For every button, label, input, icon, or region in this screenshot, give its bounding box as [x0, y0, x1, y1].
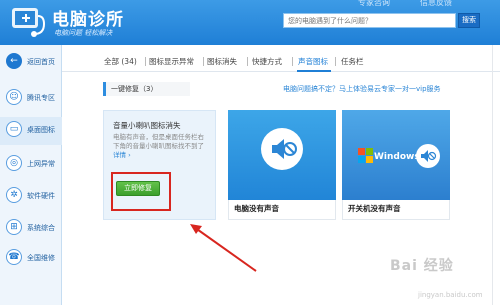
highlight-annotation-box — [111, 172, 171, 211]
muted-speaker-icon — [416, 144, 440, 168]
sidebar-item-label: 腾讯专区 — [27, 94, 55, 102]
card-title: 音量小喇叭图标消失 — [113, 121, 181, 130]
baidu-watermark: Bai 经验 — [390, 258, 454, 274]
app-header: 电脑诊所 电脑问题 轻松解决 专家咨询 信息反馈 搜索 — [0, 0, 500, 45]
tab-divider — [335, 57, 336, 66]
tab-icon-missing[interactable]: 图标消失 — [207, 56, 237, 67]
stethoscope-monitor-icon — [12, 8, 46, 37]
tab-divider — [203, 57, 204, 66]
tab-sound-icon[interactable]: 声音图标 — [298, 56, 328, 67]
sidebar-item-label: 桌面图标 — [27, 126, 55, 134]
user-icon: ☺ — [6, 89, 22, 105]
sidebar-item-label: 全国维修 — [27, 254, 55, 262]
expert-consult-link[interactable]: 专家咨询 — [358, 0, 390, 8]
search-box[interactable] — [283, 13, 456, 28]
app-slogan: 电脑问题 轻松解决 — [54, 29, 113, 37]
sidebar-item-label: 返回首页 — [27, 58, 55, 66]
sidebar-item-tencent[interactable]: ☺ 腾讯专区 — [0, 85, 62, 113]
scrollbar-track — [492, 45, 493, 305]
issue-card-startup-sound[interactable]: Windows — [342, 110, 450, 200]
tab-divider — [292, 57, 293, 66]
muted-speaker-icon — [261, 128, 303, 170]
vip-promo-link[interactable]: 电脑问题搞不定？马上体验易云专家一对一vip服务 — [283, 84, 441, 94]
globe-icon: ◎ — [6, 155, 22, 171]
sidebar: ← 返回首页 ☺ 腾讯专区 ▭ 桌面图标 ◎ 上网异常 ✲ 软件硬件 ⊞ 系统综… — [0, 45, 62, 305]
tab-divider — [145, 57, 146, 66]
sidebar-item-network[interactable]: ◎ 上网异常 — [0, 151, 62, 179]
sidebar-item-home[interactable]: ← 返回首页 — [0, 49, 62, 77]
tab-divider — [247, 57, 248, 66]
sidebar-item-system[interactable]: ⊞ 系统综合 — [0, 215, 62, 243]
tab-taskbar[interactable]: 任务栏 — [341, 56, 364, 67]
search-input[interactable] — [284, 14, 455, 27]
monitor-icon: ▭ — [6, 121, 22, 137]
back-arrow-icon: ← — [6, 53, 22, 69]
app-title: 电脑诊所 — [52, 10, 124, 30]
detail-link[interactable]: 详情 › — [113, 151, 131, 159]
sidebar-item-repair[interactable]: ☎ 全国维修 — [0, 245, 62, 273]
feedback-link[interactable]: 信息反馈 — [420, 0, 452, 8]
phone-icon: ☎ — [6, 249, 22, 265]
card-description: 电脑有声音，但是桌面任务栏右下角的音量小喇叭图标找不到了 详情 › — [113, 133, 209, 160]
windows-wordmark: Windows — [374, 152, 420, 162]
sidebar-item-label: 系统综合 — [27, 224, 55, 232]
windows-icon: ⊞ — [6, 219, 22, 235]
card-desc-text: 电脑有声音，但是桌面任务栏右下角的音量小喇叭图标找不到了 — [113, 133, 204, 150]
issue-card-no-sound[interactable] — [228, 110, 336, 200]
annotation-arrow — [190, 224, 257, 272]
active-tab-indicator — [297, 70, 331, 72]
sidebar-item-software-hardware[interactable]: ✲ 软件硬件 — [0, 183, 62, 211]
tab-icon-abnormal[interactable]: 图标显示异常 — [149, 56, 194, 67]
sidebar-item-label: 上网异常 — [27, 160, 55, 168]
watermark-url: jingyan.baidu.com — [418, 291, 483, 299]
category-tabs: 全部 (34) 图标显示异常 图标消失 快捷方式 声音图标 任务栏 — [62, 50, 500, 72]
one-click-fix-label: 一键修复（3） — [103, 82, 190, 96]
card-caption: 开关机没有声音 — [342, 200, 450, 220]
tab-shortcuts[interactable]: 快捷方式 — [252, 56, 282, 67]
sidebar-item-label: 软件硬件 — [27, 192, 55, 200]
sidebar-item-desktop-icons[interactable]: ▭ 桌面图标 — [0, 117, 62, 145]
gear-icon: ✲ — [6, 187, 22, 203]
search-button[interactable]: 搜索 — [458, 13, 480, 28]
top-links: 专家咨询 信息反馈 — [358, 0, 498, 8]
tab-all[interactable]: 全部 (34) — [104, 56, 137, 67]
